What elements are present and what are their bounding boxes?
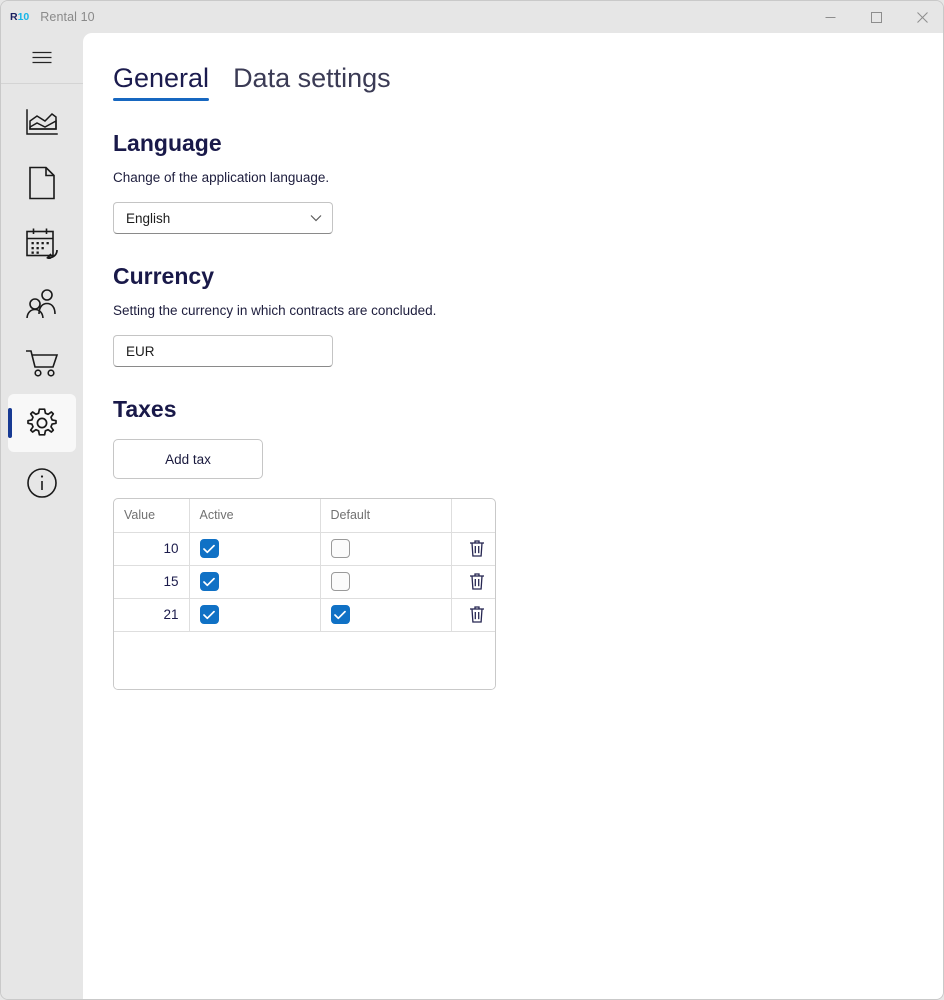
tax-default-cell[interactable] <box>320 598 451 631</box>
table-header-row: Value Active Default <box>114 499 496 532</box>
tax-default-cell[interactable] <box>320 565 451 598</box>
app-icon: R10 <box>10 12 29 23</box>
calendar-return-icon <box>25 227 59 259</box>
tax-delete-cell[interactable] <box>451 598 496 631</box>
sidebar-item-returns[interactable] <box>8 214 76 272</box>
title-bar: R10 Rental 10 <box>1 1 944 33</box>
tab-general[interactable]: General <box>113 63 209 101</box>
app-icon-primary: R <box>10 11 18 23</box>
trash-icon <box>469 605 485 623</box>
check-icon <box>203 577 215 587</box>
delete-tax-button[interactable] <box>462 535 492 561</box>
currency-description: Setting the currency in which contracts … <box>113 303 944 318</box>
add-tax-button[interactable]: Add tax <box>113 439 263 479</box>
minimize-button[interactable] <box>807 1 853 33</box>
currency-input-value: EUR <box>126 344 155 359</box>
trash-icon <box>469 572 485 590</box>
settings-tabs: General Data settings <box>113 63 944 101</box>
people-icon <box>25 288 59 318</box>
language-select-value: English <box>126 211 170 226</box>
checkbox-active[interactable] <box>200 605 219 624</box>
check-icon <box>203 610 215 620</box>
sidebar-nav <box>1 92 83 514</box>
table-row: 15 <box>114 565 496 598</box>
window-controls <box>807 1 944 33</box>
delete-tax-button[interactable] <box>462 601 492 627</box>
sidebar-item-orders[interactable] <box>8 334 76 392</box>
tax-delete-cell[interactable] <box>451 532 496 565</box>
check-icon <box>334 610 346 620</box>
tax-active-cell[interactable] <box>189 598 320 631</box>
taxes-table-header: Value Active Default <box>114 499 496 532</box>
taxes-table-body: 10 <box>114 532 496 631</box>
gear-icon <box>26 407 58 439</box>
application-window: R10 Rental 10 <box>0 0 944 1000</box>
close-icon <box>917 12 928 23</box>
sidebar-item-dashboard[interactable] <box>8 94 76 152</box>
chart-icon <box>25 108 59 138</box>
sidebar-item-documents[interactable] <box>8 154 76 212</box>
trash-icon <box>469 539 485 557</box>
hamburger-menu-icon <box>32 51 52 65</box>
info-icon <box>26 467 58 499</box>
window-title: Rental 10 <box>40 10 94 24</box>
close-button[interactable] <box>899 1 944 33</box>
sidebar-item-about[interactable] <box>8 454 76 512</box>
checkbox-default[interactable] <box>331 572 350 591</box>
column-header-value: Value <box>114 499 189 532</box>
tax-active-cell[interactable] <box>189 565 320 598</box>
app-icon-secondary: 10 <box>18 11 30 23</box>
checkbox-default[interactable] <box>331 605 350 624</box>
checkbox-default[interactable] <box>331 539 350 558</box>
currency-input-wrapper[interactable]: EUR <box>113 335 333 367</box>
language-description: Change of the application language. <box>113 170 944 185</box>
sidebar-header <box>1 33 83 83</box>
tax-value: 21 <box>114 598 189 631</box>
column-header-default: Default <box>320 499 451 532</box>
language-select[interactable]: English <box>113 202 333 234</box>
sidebar-divider <box>1 83 83 84</box>
column-header-actions <box>451 499 496 532</box>
checkbox-active[interactable] <box>200 539 219 558</box>
cart-icon <box>25 348 59 378</box>
tax-delete-cell[interactable] <box>451 565 496 598</box>
delete-tax-button[interactable] <box>462 568 492 594</box>
chevron-down-icon <box>310 214 322 222</box>
currency-section-title: Currency <box>113 263 944 290</box>
document-icon <box>28 166 56 200</box>
column-header-active: Active <box>189 499 320 532</box>
checkbox-active[interactable] <box>200 572 219 591</box>
maximize-icon <box>871 12 882 23</box>
check-icon <box>203 544 215 554</box>
table-row: 21 <box>114 598 496 631</box>
hamburger-menu-button[interactable] <box>19 40 65 76</box>
content-panel: General Data settings Language Change of… <box>83 33 944 1000</box>
maximize-button[interactable] <box>853 1 899 33</box>
tax-value: 10 <box>114 532 189 565</box>
taxes-section-title: Taxes <box>113 396 944 423</box>
sidebar-item-settings[interactable] <box>8 394 76 452</box>
tax-default-cell[interactable] <box>320 532 451 565</box>
tab-data-settings[interactable]: Data settings <box>233 63 391 101</box>
taxes-table: Value Active Default 10 <box>114 499 496 632</box>
sidebar <box>1 33 83 1000</box>
tax-value: 15 <box>114 565 189 598</box>
taxes-table-container: Value Active Default 10 <box>113 498 496 690</box>
language-section-title: Language <box>113 130 944 157</box>
taxes-table-empty-area <box>114 632 495 689</box>
table-row: 10 <box>114 532 496 565</box>
minimize-icon <box>825 12 836 23</box>
tax-active-cell[interactable] <box>189 532 320 565</box>
sidebar-item-customers[interactable] <box>8 274 76 332</box>
